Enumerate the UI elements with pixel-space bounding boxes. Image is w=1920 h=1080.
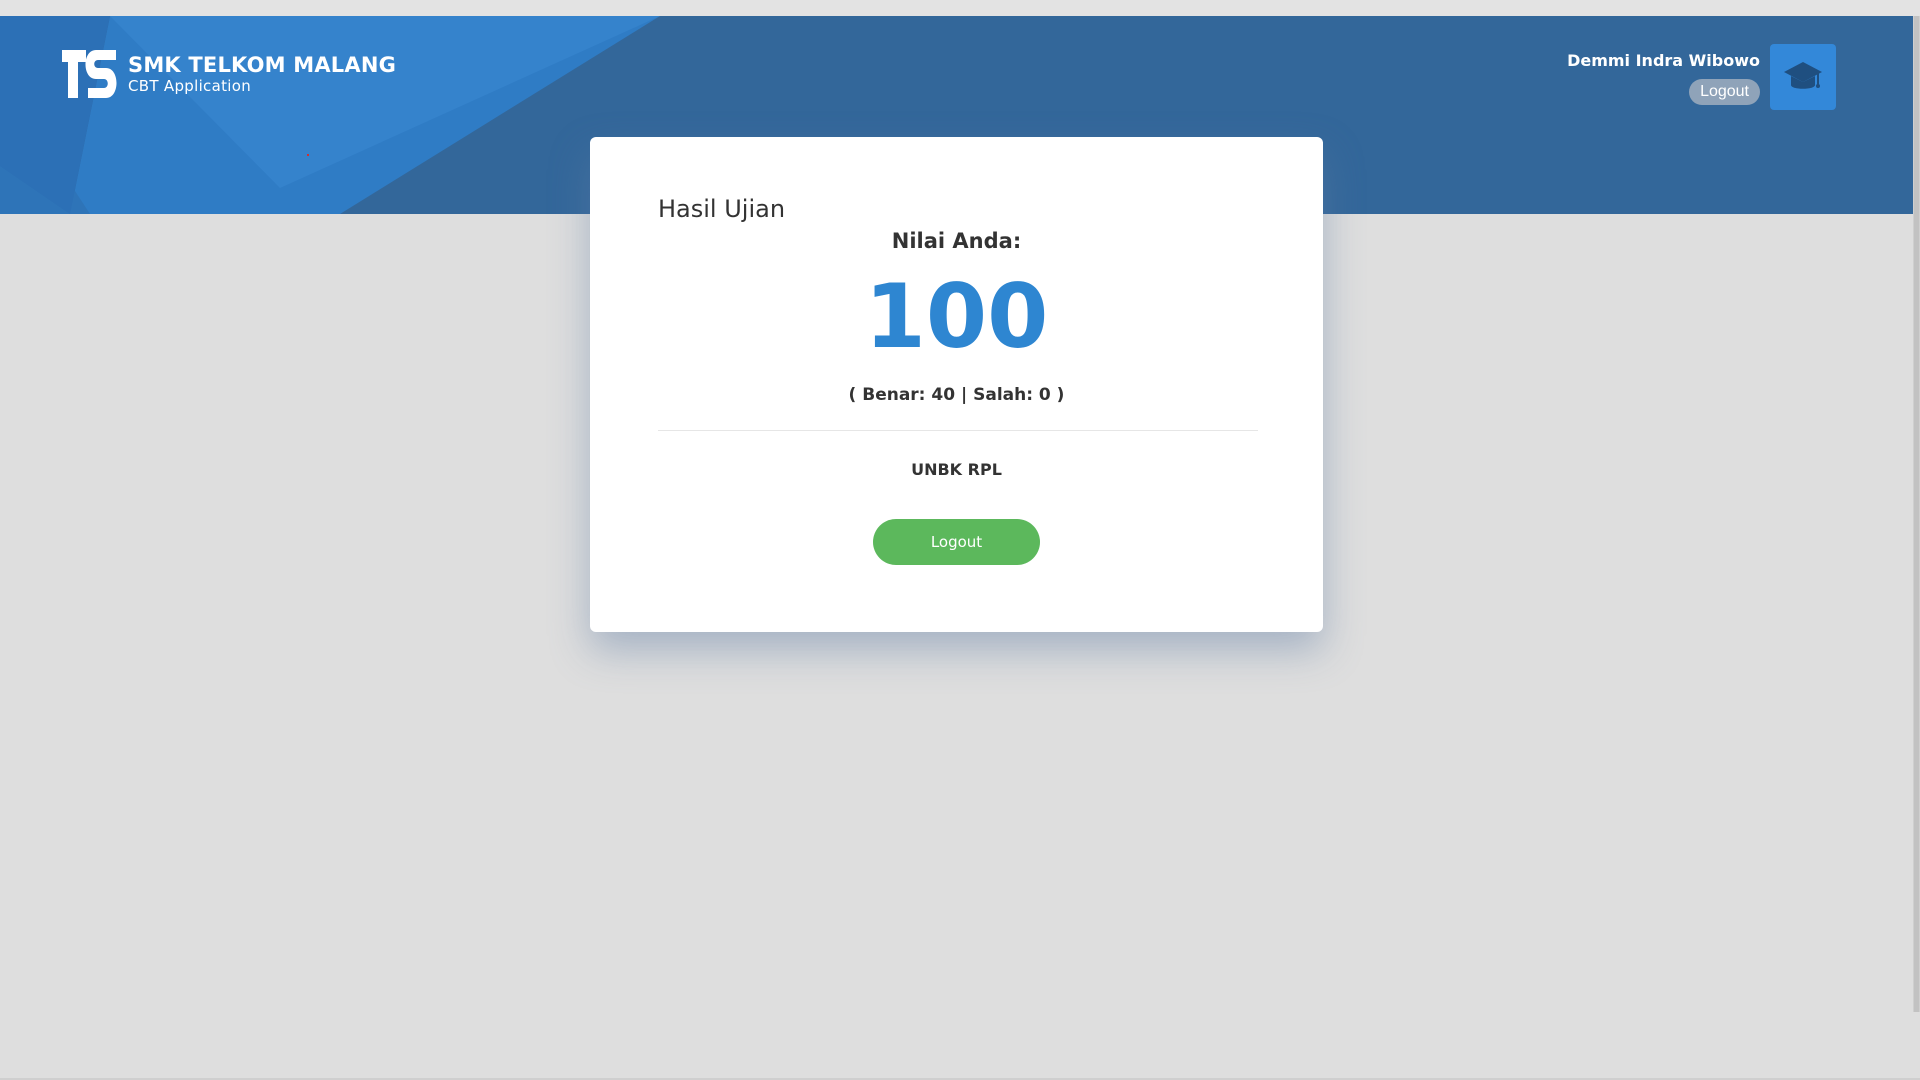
graduation-cap-icon [1784,62,1822,89]
result-title: Hasil Ujian [658,195,786,223]
brand-subtitle: CBT Application [128,77,252,95]
divider [658,430,1258,431]
result-card: Hasil Ujian Nilai Anda: 100 ( Benar: 40 … [590,137,1323,632]
exam-name: UNBK RPL [911,460,1002,479]
header-logout-button[interactable]: Logout [1689,79,1760,105]
user-area: Demmi Indra Wibowo Logout [1567,50,1760,105]
scrollbar-thumb[interactable] [1914,16,1919,1012]
score-detail: ( Benar: 40 | Salah: 0 ) [848,385,1065,405]
top-strip [0,0,1920,16]
brand-title: SMK TELKOM MALANG [128,53,397,77]
avatar[interactable] [1770,44,1836,110]
score-value: 100 [864,265,1049,368]
logout-button[interactable]: Logout [873,519,1040,565]
red-dot [307,154,309,156]
user-name: Demmi Indra Wibowo [1567,51,1760,70]
brand: SMK TELKOM MALANG CBT Application [60,46,396,102]
school-logo-icon [62,50,117,98]
score-label: Nilai Anda: [891,229,1022,253]
